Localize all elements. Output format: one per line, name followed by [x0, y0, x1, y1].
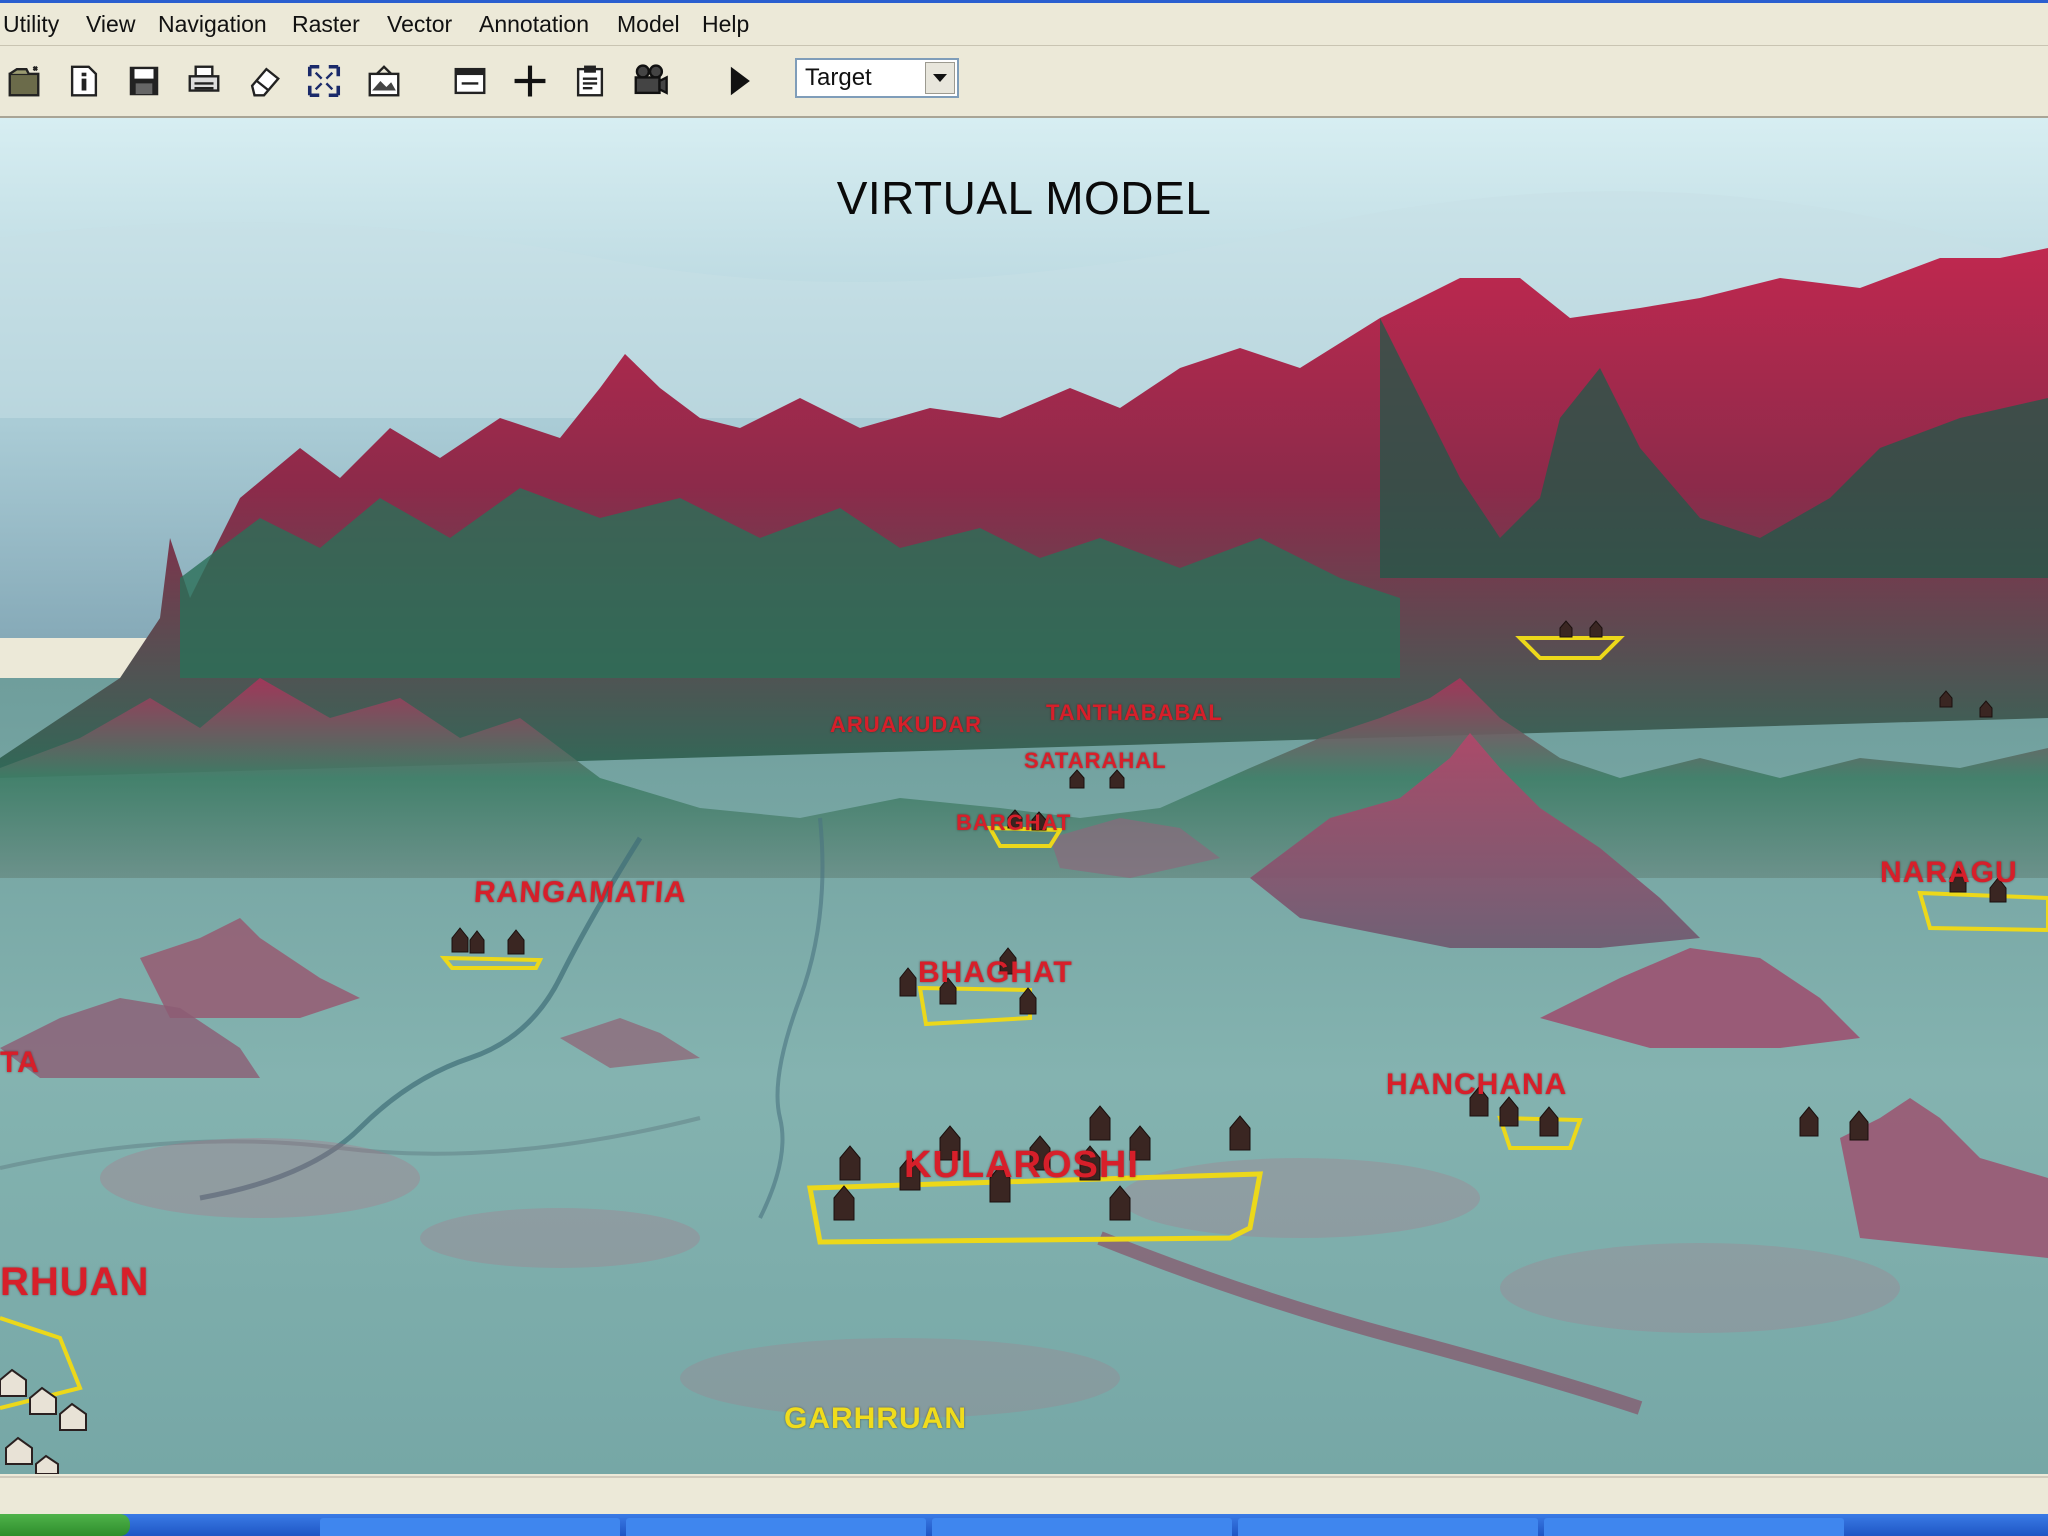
3d-terrain-view[interactable]: VIRTUAL MODEL RANGAMATIA BHAGHAT KULAROS… [0, 118, 2048, 1474]
place-label-barghat: BARGHAT [956, 810, 1072, 835]
place-label-satarahal: SATARAHAL [1024, 748, 1167, 773]
camera-icon[interactable] [628, 59, 672, 103]
menu-vector[interactable]: Vector [387, 3, 452, 45]
menu-bar: Utility View Navigation Raster Vector An… [0, 3, 2048, 46]
image-layer-icon[interactable] [362, 59, 406, 103]
menu-utility[interactable]: Utility [3, 3, 59, 45]
add-icon[interactable] [508, 59, 552, 103]
fit-to-window-icon[interactable] [302, 59, 346, 103]
target-select[interactable]: Target [795, 58, 959, 98]
save-icon[interactable] [122, 59, 166, 103]
taskbar [0, 1514, 2048, 1536]
taskbar-button[interactable] [320, 1518, 620, 1536]
print-icon[interactable] [182, 59, 226, 103]
target-select-value: Target [805, 64, 872, 91]
taskbar-button[interactable] [1238, 1518, 1538, 1536]
taskbar-button[interactable] [1544, 1518, 1844, 1536]
place-label-kularoshi: KULAROSHI [904, 1144, 1139, 1186]
start-button[interactable] [0, 1514, 130, 1536]
window-icon[interactable] [448, 59, 492, 103]
place-label-garhruan: GARHRUAN [784, 1402, 967, 1435]
menu-raster[interactable]: Raster [292, 3, 360, 45]
page-title: VIRTUAL MODEL [836, 172, 1212, 224]
eraser-icon[interactable] [242, 59, 286, 103]
taskbar-button[interactable] [932, 1518, 1232, 1536]
menu-annotation[interactable]: Annotation [479, 3, 589, 45]
menu-model[interactable]: Model [617, 3, 680, 45]
taskbar-button[interactable] [626, 1518, 926, 1536]
place-label-naragu: NARAGU [1880, 856, 2018, 889]
place-label-hanchana: HANCHANA [1386, 1068, 1568, 1101]
play-icon[interactable] [716, 59, 760, 103]
place-label-rangamatia: RANGAMATIA [472, 876, 688, 909]
place-label-tanthababal: TANTHABABAL [1046, 700, 1223, 725]
status-bar [0, 1476, 2048, 1516]
place-label-ta: TA [0, 1046, 40, 1079]
menu-navigation[interactable]: Navigation [158, 3, 267, 45]
menu-help[interactable]: Help [702, 3, 749, 45]
place-label-aruakudar: ARUAKUDAR [830, 712, 982, 737]
info-icon[interactable] [62, 59, 106, 103]
open-icon[interactable] [2, 59, 46, 103]
clipboard-icon[interactable] [568, 59, 612, 103]
place-label-rhuan: RHUAN [0, 1260, 150, 1304]
chevron-down-icon[interactable] [925, 62, 955, 94]
terrain-scene [0, 118, 2048, 1474]
toolbar: Target [0, 46, 2048, 118]
menu-view[interactable]: View [86, 3, 135, 45]
place-label-bhaghat: BHAGHAT [918, 956, 1073, 989]
